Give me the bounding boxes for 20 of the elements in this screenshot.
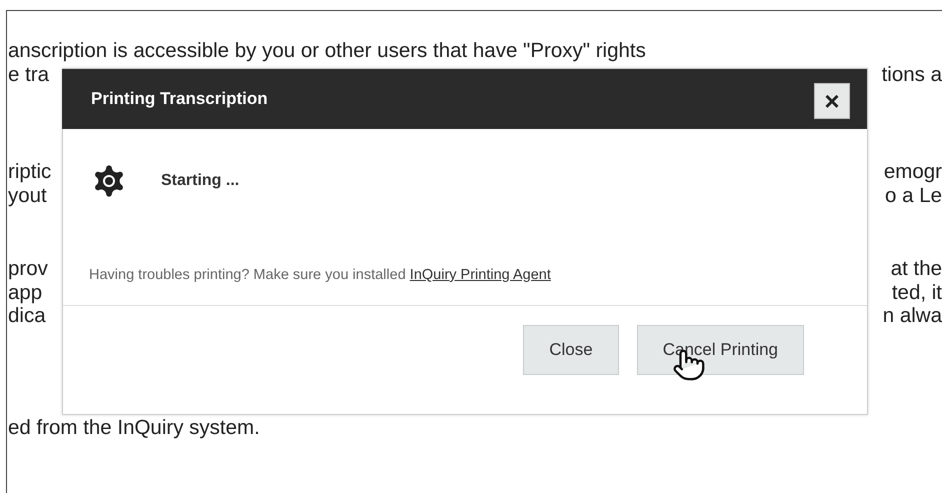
page-text: app [8, 280, 42, 304]
page-text: prov [8, 257, 48, 280]
close-button[interactable]: Close [523, 325, 619, 375]
close-button[interactable]: × [814, 83, 850, 119]
hint-text: Having troubles printing? Make sure you installed InQuiry Printing Agent [88, 266, 552, 285]
page-text: o a Le [885, 184, 942, 207]
page-text: anscription is accessible by you or other users that have "Proxy" rights [8, 39, 646, 62]
page-text: ted, it [892, 280, 942, 304]
page-text: dica [8, 304, 46, 328]
page-text: riptic [8, 160, 52, 184]
page-text: e tra [8, 62, 50, 86]
page-text: emogr [884, 160, 942, 184]
dialog-title: Printing Transcription [91, 89, 268, 109]
page-text: n alwa [882, 304, 942, 328]
agent-link[interactable]: InQuiry Printing Agent [410, 267, 551, 283]
status-text: Starting ... [161, 172, 240, 190]
page-text: yout [8, 184, 47, 207]
page-text: ed from the InQuiry system. [8, 416, 260, 439]
page-text: at the [890, 257, 942, 280]
page-text: tions a [882, 62, 942, 86]
